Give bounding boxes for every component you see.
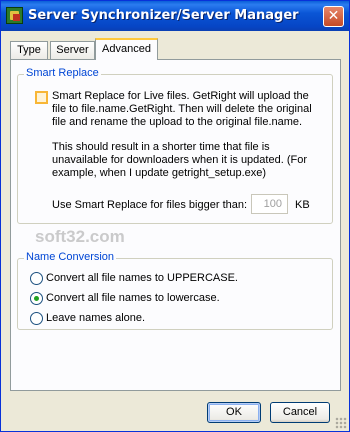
size-threshold-input[interactable]: 100 <box>251 194 288 214</box>
smart-replace-group: Smart Replace Smart Replace for Live fil… <box>17 67 333 224</box>
radio-leave-alone-label[interactable]: Leave names alone. <box>46 312 145 325</box>
description-line-3: example, when I update getright_setup.ex… <box>52 167 267 179</box>
smart-replace-checkbox[interactable] <box>35 91 48 104</box>
radio-lowercase[interactable] <box>30 292 43 305</box>
tab-advanced[interactable]: Advanced <box>95 38 158 60</box>
app-icon <box>6 7 23 24</box>
smart-replace-label-line-1[interactable]: Smart Replace for Live files. GetRight w… <box>52 90 309 103</box>
window-title: Server Synchronizer/Server Manager <box>28 8 299 23</box>
radio-lowercase-label[interactable]: Convert all file names to lowercase. <box>46 292 220 305</box>
dialog-window: Server Synchronizer/Server Manager ✕ Typ… <box>0 0 350 432</box>
cancel-button[interactable]: Cancel <box>270 402 330 423</box>
radio-uppercase-label[interactable]: Convert all file names to UPPERCASE. <box>46 272 238 285</box>
tab-panel-advanced: Smart Replace Smart Replace for Live fil… <box>10 59 341 391</box>
title-bar[interactable]: Server Synchronizer/Server Manager ✕ <box>1 1 349 31</box>
radio-uppercase[interactable] <box>30 272 43 285</box>
tab-server[interactable]: Server <box>50 41 95 59</box>
description-line-1: This should result in a shorter time tha… <box>52 141 270 153</box>
watermark-text: soft32.com <box>35 227 125 246</box>
size-threshold-label: Use Smart Replace for files bigger than: <box>52 199 248 211</box>
close-button[interactable]: ✕ <box>323 6 344 27</box>
radio-leave-alone[interactable] <box>30 312 43 325</box>
ok-button[interactable]: OK <box>207 402 261 423</box>
close-icon: ✕ <box>327 8 340 24</box>
name-conversion-group-title: Name Conversion <box>24 251 117 263</box>
tab-type[interactable]: Type <box>10 41 48 59</box>
name-conversion-group: Name Conversion Convert all file names t… <box>17 251 333 330</box>
smart-replace-group-title: Smart Replace <box>24 67 101 79</box>
smart-replace-label-line-2[interactable]: file to file.name.GetRight. Then will de… <box>52 103 312 116</box>
resize-grip[interactable] <box>335 417 347 429</box>
size-unit-label: KB <box>295 199 310 211</box>
description-line-2: unavailable for downloaders when it is u… <box>52 154 307 166</box>
smart-replace-label-line-3[interactable]: file and rename the upload to the origin… <box>52 116 302 129</box>
